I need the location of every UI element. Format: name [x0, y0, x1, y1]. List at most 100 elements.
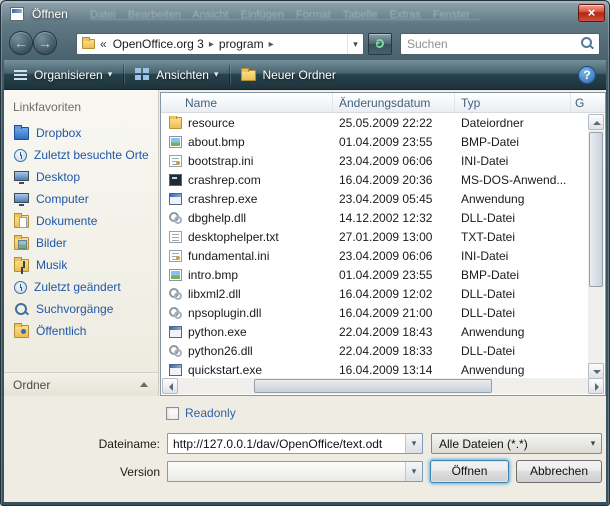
folders-toggle[interactable]: Ordner	[4, 372, 158, 396]
open-button[interactable]: Öffnen	[430, 460, 509, 483]
computer-icon	[14, 193, 29, 203]
scroll-up-button[interactable]	[588, 114, 604, 130]
filename-input[interactable]	[168, 437, 405, 451]
file-name: crashrep.com	[188, 173, 261, 187]
sidebar-item-computer[interactable]: Computer	[4, 188, 158, 210]
version-label: Version	[64, 465, 160, 479]
organize-icon	[13, 68, 28, 81]
file-name-cell: bootstrap.ini	[161, 154, 333, 168]
filename-combobox[interactable]	[167, 433, 423, 454]
h-scrollbar[interactable]	[162, 378, 604, 394]
views-button[interactable]: Ansichten	[126, 63, 227, 87]
search-input[interactable]	[401, 37, 579, 51]
file-name: bootstrap.ini	[188, 154, 253, 168]
readonly-row: Readonly	[166, 406, 236, 420]
dll-icon	[169, 288, 182, 300]
recent-changes-icon	[14, 281, 27, 294]
sidebar-item-desktop[interactable]: Desktop	[4, 166, 158, 188]
file-row-bootstrap-ini[interactable]: bootstrap.ini 23.04.2009 06:06 INI-Datei	[161, 151, 589, 170]
chevron-right-icon[interactable]	[266, 39, 277, 50]
chevron-down-icon	[405, 462, 422, 481]
file-name: crashrep.exe	[188, 192, 257, 206]
public-icon	[14, 325, 29, 338]
file-row-dbghelp-dll[interactable]: dbghelp.dll 14.12.2002 12:32 DLL-Datei	[161, 208, 589, 227]
close-button[interactable]: ×	[578, 4, 605, 22]
sidebar-item-dokumente[interactable]: Dokumente	[4, 210, 158, 232]
sidebar-item-ffentlich[interactable]: Öffentlich	[4, 320, 158, 342]
filename-dropdown-icon[interactable]	[405, 434, 422, 453]
h-scroll-thumb[interactable]	[254, 379, 492, 393]
address-dropdown-icon[interactable]	[347, 34, 363, 54]
file-name: dbghelp.dll	[188, 211, 246, 225]
file-row-about-bmp[interactable]: about.bmp 01.04.2009 23:55 BMP-Datei	[161, 132, 589, 151]
file-row-fundamental-ini[interactable]: fundamental.ini 23.04.2009 06:06 INI-Dat…	[161, 246, 589, 265]
sidebar-item-zuletzt-ge-ndert[interactable]: Zuletzt geändert	[4, 276, 158, 298]
filetype-value: Alle Dateien (*.*)	[439, 437, 585, 451]
file-name-cell: dbghelp.dll	[161, 211, 333, 225]
file-date-cell: 27.01.2009 13:00	[333, 230, 455, 244]
file-name: fundamental.ini	[188, 249, 269, 263]
filename-label: Dateiname:	[64, 437, 160, 451]
forward-button[interactable]	[33, 31, 57, 55]
sidebar-item-dropbox[interactable]: Dropbox	[4, 122, 158, 144]
column-header-type[interactable]: Typ	[455, 93, 571, 112]
titlebar[interactable]: Öffnen Datei Bearbeiten Ansicht Einfügen…	[0, 0, 610, 28]
breadcrumb-item-openoffice[interactable]: OpenOffice.org 3	[111, 37, 206, 51]
file-type-cell: DLL-Datei	[455, 211, 571, 225]
back-button[interactable]	[9, 31, 33, 55]
readonly-checkbox[interactable]	[166, 407, 179, 420]
window-title: Öffnen	[32, 7, 68, 21]
file-name-cell: about.bmp	[161, 135, 333, 149]
new-folder-button[interactable]: Neuer Ordner	[232, 63, 344, 87]
column-header-size[interactable]: G	[571, 93, 605, 112]
file-name-cell: npsoplugin.dll	[161, 306, 333, 320]
v-scroll-thumb[interactable]	[589, 132, 603, 287]
version-select[interactable]	[167, 461, 423, 482]
sidebar-item-bilder[interactable]: Bilder	[4, 232, 158, 254]
sidebar-item-zuletzt-besuchte-orte[interactable]: Zuletzt besuchte Orte	[4, 144, 158, 166]
file-date-cell: 16.04.2009 13:14	[333, 363, 455, 377]
breadcrumb[interactable]: « OpenOffice.org 3 program	[76, 33, 364, 55]
help-button[interactable]: ?	[578, 66, 596, 84]
file-row-npsoplugin-dll[interactable]: npsoplugin.dll 16.04.2009 21:00 DLL-Date…	[161, 303, 589, 322]
file-name-cell: desktophelper.txt	[161, 230, 333, 244]
image-icon	[169, 269, 182, 281]
file-name-cell: crashrep.com	[161, 173, 333, 187]
file-date-cell: 22.04.2009 18:43	[333, 325, 455, 339]
file-type-cell: DLL-Datei	[455, 287, 571, 301]
sidebar-item-musik[interactable]: Musik	[4, 254, 158, 276]
column-header-name[interactable]: Name	[161, 93, 333, 112]
column-header-date[interactable]: Änderungsdatum	[333, 93, 455, 112]
cancel-button[interactable]: Abbrechen	[516, 460, 602, 483]
file-row-quickstart-exe[interactable]: quickstart.exe 16.04.2009 13:14 Anwendun…	[161, 360, 589, 379]
scroll-right-button[interactable]	[588, 378, 604, 394]
refresh-button[interactable]	[368, 33, 392, 55]
window-icon	[10, 7, 24, 21]
file-row-intro-bmp[interactable]: intro.bmp 01.04.2009 23:55 BMP-Datei	[161, 265, 589, 284]
sidebar-items: Dropbox Zuletzt besuchte Orte Desktop Co…	[4, 122, 158, 342]
organize-button[interactable]: Organisieren	[4, 63, 121, 87]
file-row-python-exe[interactable]: python.exe 22.04.2009 18:43 Anwendung	[161, 322, 589, 341]
scroll-left-button[interactable]	[162, 378, 178, 394]
breadcrumb-overflow-chevron[interactable]: «	[100, 37, 107, 51]
scroll-down-button[interactable]	[588, 363, 604, 379]
views-icon	[135, 68, 150, 81]
file-row-desktophelper-txt[interactable]: desktophelper.txt 27.01.2009 13:00 TXT-D…	[161, 227, 589, 246]
file-name: resource	[188, 116, 235, 130]
filetype-select[interactable]: Alle Dateien (*.*)	[431, 433, 602, 454]
v-scrollbar[interactable]	[588, 114, 604, 379]
search-icon[interactable]	[579, 36, 595, 52]
file-row-crashrep-com[interactable]: crashrep.com 16.04.2009 20:36 MS-DOS-Anw…	[161, 170, 589, 189]
file-row-libxml2-dll[interactable]: libxml2.dll 16.04.2009 12:02 DLL-Datei	[161, 284, 589, 303]
file-row-resource[interactable]: resource 25.05.2009 22:22 Dateiordner	[161, 113, 589, 132]
file-date-cell: 16.04.2009 21:00	[333, 306, 455, 320]
sidebar-item-label: Zuletzt besuchte Orte	[34, 148, 149, 162]
file-row-crashrep-exe[interactable]: crashrep.exe 23.04.2009 05:45 Anwendung	[161, 189, 589, 208]
breadcrumb-item-program[interactable]: program	[217, 37, 266, 51]
sidebar-item-suchvorg-nge[interactable]: Suchvorgänge	[4, 298, 158, 320]
file-name: about.bmp	[188, 135, 245, 149]
chevron-right-icon[interactable]	[206, 39, 217, 50]
search-box[interactable]	[400, 33, 600, 55]
file-row-python26-dll[interactable]: python26.dll 22.04.2009 18:33 DLL-Datei	[161, 341, 589, 360]
file-name-cell: python.exe	[161, 325, 333, 339]
